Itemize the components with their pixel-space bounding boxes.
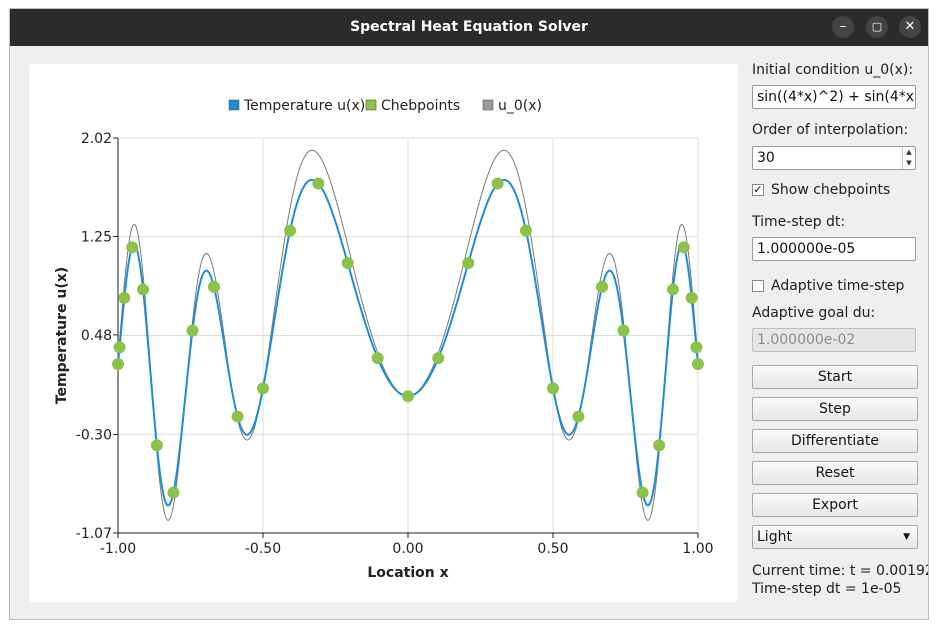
chart-panel: -1.00 -0.50 0.00 0.50 1.00 2.02 1.25 0.48 -0.30 -… — [29, 64, 738, 602]
chebpoint-marker — [572, 410, 585, 423]
chebpoint-marker — [167, 486, 180, 499]
chebpoint-marker — [126, 241, 139, 254]
legend-swatch — [482, 99, 494, 111]
legend-label: u_0(x) — [498, 98, 542, 114]
chebpoint-marker — [231, 410, 244, 423]
x-tick-label: 0.00 — [392, 541, 423, 557]
chebpoint-marker — [113, 341, 126, 354]
order-spinbox[interactable]: 30 ▲ ▼ — [752, 146, 916, 170]
chebpoint-marker — [636, 486, 649, 499]
initial-condition-label: Initial condition u_0(x): — [752, 62, 914, 78]
theme-value: Light — [757, 529, 792, 545]
chebpoint-marker — [432, 352, 445, 365]
y-axis-label: Temperature u(x) — [54, 267, 70, 404]
close-button[interactable]: ✕ — [899, 16, 921, 38]
chebpoint-marker — [617, 324, 630, 337]
reset-button[interactable]: Reset — [752, 461, 918, 485]
show-chebpoints-label: Show chebpoints — [771, 182, 891, 198]
x-axis-label: Location x — [367, 565, 448, 581]
y-tick-label: 2.02 — [81, 131, 112, 147]
adaptive-timestep-checkbox[interactable] — [752, 280, 764, 292]
chebpoint-marker — [137, 283, 150, 296]
show-chebpoints-checkbox[interactable]: ✓ — [752, 184, 764, 196]
minimize-button[interactable]: – — [832, 16, 854, 38]
chebpoint-marker — [677, 241, 690, 254]
legend-swatch — [228, 99, 240, 111]
adaptive-goal-label: Adaptive goal du: — [752, 305, 876, 321]
x-tick-label: -0.50 — [245, 541, 281, 557]
timestep-label: Time-step dt: — [752, 214, 846, 230]
adaptive-goal-input[interactable]: 1.000000e-02 — [752, 328, 916, 352]
step-button[interactable]: Step — [752, 397, 918, 421]
window-title: Spectral Heat Equation Solver — [350, 19, 588, 35]
title-bar: Spectral Heat Equation Solver – ▢ ✕ — [10, 9, 928, 46]
y-tick-label: 0.48 — [81, 328, 112, 344]
chebpoint-marker — [118, 291, 131, 304]
chebpoint-marker — [666, 283, 679, 296]
chebpoint-marker — [685, 291, 698, 304]
chevron-down-icon: ▼ — [903, 532, 910, 542]
y-tick-label: -1.07 — [76, 526, 112, 542]
theme-select[interactable]: Light ▼ — [752, 525, 918, 549]
chebpoint-marker — [653, 439, 666, 452]
chebpoint-marker — [186, 324, 199, 337]
chart-svg: -1.00 -0.50 0.00 0.50 1.00 2.02 1.25 0.48 -0.30 -… — [54, 98, 714, 581]
chebpoint-marker — [284, 224, 297, 237]
x-tick-label: -1.00 — [100, 541, 136, 557]
chebpoint-marker — [257, 382, 269, 395]
chebpoint-marker — [207, 280, 220, 293]
chebpoint-marker — [150, 439, 163, 452]
export-button[interactable]: Export — [752, 493, 918, 517]
adaptive-timestep-label: Adaptive time-step — [771, 278, 905, 294]
spin-arrows-icon[interactable]: ▲ ▼ — [902, 147, 915, 169]
current-time-text: Current time: t = 0.00192 — [752, 563, 929, 579]
chebpoint-marker — [402, 390, 414, 403]
chebpoint-marker — [519, 224, 532, 237]
y-tick-label: -0.30 — [76, 428, 112, 444]
legend-swatch — [365, 99, 377, 111]
chebpoint-marker — [312, 177, 325, 190]
chebpoint-marker — [112, 358, 124, 371]
initial-condition-input[interactable]: sin((4*x)^2) + sin(4*x)^2 — [752, 85, 916, 109]
legend-label: Temperature u(x) — [243, 98, 365, 114]
start-button[interactable]: Start — [752, 365, 918, 389]
chebpoint-marker — [547, 382, 559, 395]
chebpoint-marker — [692, 358, 704, 371]
chebpoint-marker — [596, 280, 609, 293]
timestep-input[interactable]: 1.000000e-05 — [752, 237, 916, 261]
chebpoint-marker — [371, 352, 384, 365]
order-value: 30 — [757, 150, 775, 166]
legend-label: Chebpoints — [381, 98, 460, 114]
x-tick-label: 0.50 — [537, 541, 568, 557]
y-tick-label: 1.25 — [81, 229, 112, 245]
chebpoint-marker — [491, 177, 504, 190]
maximize-button[interactable]: ▢ — [866, 16, 888, 38]
x-tick-label: 1.00 — [682, 541, 713, 557]
chebpoint-marker — [341, 257, 354, 270]
order-label: Order of interpolation: — [752, 122, 909, 138]
chebpoint-marker — [462, 257, 475, 270]
app-window: Spectral Heat Equation Solver – ▢ ✕ -1.0… — [9, 8, 929, 620]
current-dt-text: Time-step dt = 1e-05 — [752, 581, 902, 597]
chebpoint-marker — [690, 341, 703, 354]
differentiate-button[interactable]: Differentiate — [752, 429, 918, 453]
